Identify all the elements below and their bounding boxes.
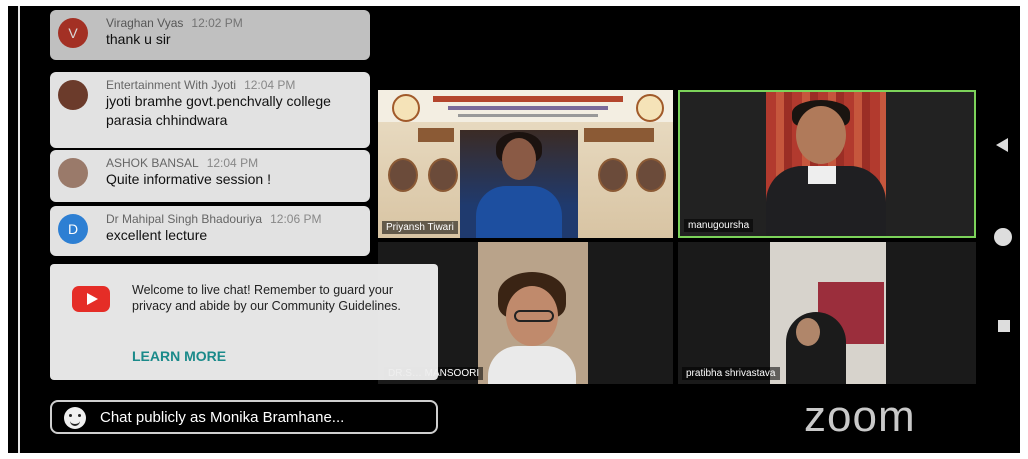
emoji-icon[interactable] bbox=[64, 407, 86, 429]
zoom-logo: zoom bbox=[804, 392, 916, 441]
chat-time: 12:06 PM bbox=[270, 212, 322, 226]
speaker-photo bbox=[636, 158, 666, 192]
avatar bbox=[58, 158, 88, 188]
welcome-text: Welcome to live chat! Remember to guard … bbox=[132, 283, 401, 313]
screen: Priyansh Tiwari manugoursha DR.S… MANSOO… bbox=[8, 6, 1020, 453]
chat-time: 12:04 PM bbox=[244, 78, 296, 92]
chat-text: thank u sir bbox=[106, 31, 171, 47]
home-icon[interactable] bbox=[994, 228, 1012, 246]
chat-message[interactable]: ASHOK BANSAL 12:04 PM Quite informative s… bbox=[50, 150, 370, 202]
chat-message[interactable]: V Viraghan Vyas 12:02 PM thank u sir bbox=[50, 10, 370, 60]
recent-apps-icon[interactable] bbox=[998, 320, 1010, 332]
chat-time: 12:02 PM bbox=[191, 16, 243, 30]
live-chat-welcome-card: Welcome to live chat! Remember to guard … bbox=[50, 264, 438, 380]
avatar: D bbox=[58, 214, 88, 244]
chat-text: jyoti bramhe govt.penchvally college par… bbox=[106, 93, 331, 128]
video-tile-active-speaker[interactable]: manugoursha bbox=[678, 90, 976, 238]
participant-name: Priyansh Tiwari bbox=[382, 221, 458, 234]
avatar bbox=[58, 80, 88, 110]
chat-time: 12:04 PM bbox=[206, 156, 259, 170]
avatar: V bbox=[58, 18, 88, 48]
chat-text: Quite informative session ! bbox=[106, 171, 271, 187]
presenter-video bbox=[460, 130, 578, 238]
chat-author: Dr Mahipal Singh Bhadouriya bbox=[106, 212, 263, 226]
youtube-icon bbox=[72, 286, 110, 312]
learn-more-link[interactable]: LEARN MORE bbox=[132, 348, 226, 364]
chat-input-placeholder: Chat publicly as Monika Bramhane... bbox=[100, 408, 345, 426]
speaker-photo bbox=[388, 158, 418, 192]
slide-header bbox=[378, 90, 673, 122]
chat-message[interactable]: Entertainment With Jyoti 12:04 PM jyoti b… bbox=[50, 72, 370, 148]
participant-name: pratibha shrivastava bbox=[682, 367, 780, 380]
video-tile-screen-share[interactable]: Priyansh Tiwari bbox=[378, 90, 673, 238]
chat-author: Viraghan Vyas bbox=[106, 16, 184, 30]
speaker-photo bbox=[428, 158, 458, 192]
participant-name: manugoursha bbox=[684, 219, 754, 232]
chat-author: ASHOK BANSAL bbox=[106, 156, 199, 170]
chat-message[interactable]: D Dr Mahipal Singh Bhadouriya 12:06 PM ex… bbox=[50, 206, 370, 256]
seal-icon bbox=[392, 94, 420, 122]
chat-input[interactable]: Chat publicly as Monika Bramhane... bbox=[50, 400, 438, 434]
chat-author: Entertainment With Jyoti bbox=[106, 78, 237, 92]
video-tile[interactable]: pratibha shrivastava bbox=[678, 242, 976, 384]
chat-text: excellent lecture bbox=[106, 227, 208, 243]
screen-edge bbox=[18, 6, 20, 453]
seal-icon bbox=[636, 94, 664, 122]
back-icon[interactable] bbox=[996, 138, 1008, 152]
speaker-photo bbox=[598, 158, 628, 192]
